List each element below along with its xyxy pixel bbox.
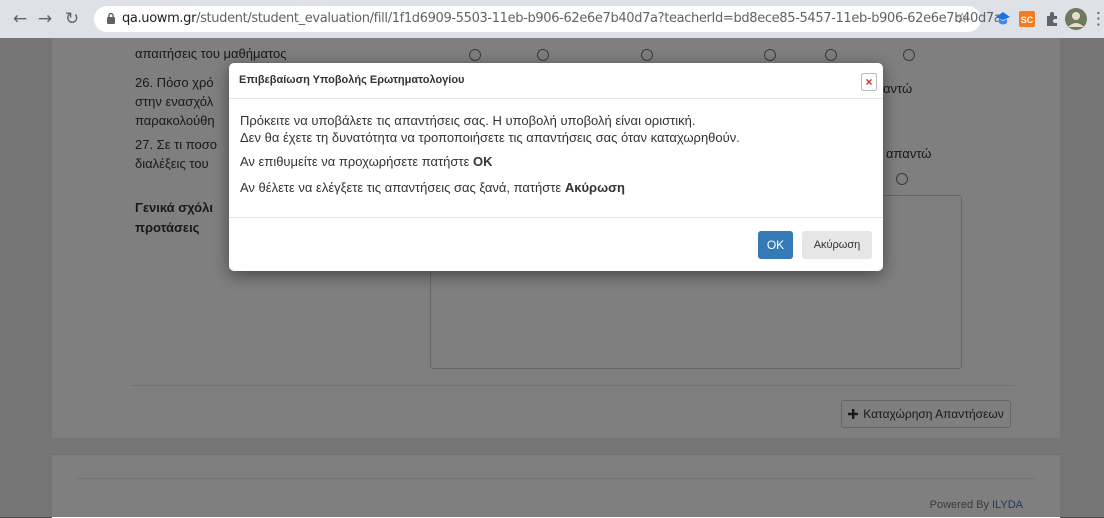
- reload-icon[interactable]: ↻: [62, 9, 82, 29]
- address-bar[interactable]: qa.uowm.gr/student/student_evaluation/fi…: [94, 6, 1002, 32]
- forward-icon[interactable]: →: [35, 9, 55, 29]
- modal-line-3-bold: OK: [473, 154, 493, 169]
- cancel-button[interactable]: Ακύρωση: [802, 231, 872, 259]
- extension-icon[interactable]: SC: [1018, 10, 1036, 28]
- modal-line-3: Αν επιθυμείτε να προχωρήσετε πατήστε OK: [240, 154, 493, 169]
- modal-line-3-text: Αν επιθυμείτε να προχωρήσετε πατήστε: [240, 154, 470, 169]
- svg-text:SC: SC: [1021, 15, 1034, 25]
- modal-footer-divider: [229, 217, 883, 218]
- modal-line-4-text: Αν θέλετε να ελέγξετε τις απαντήσεις σας…: [240, 180, 562, 195]
- puzzle-extensions-icon[interactable]: [1043, 10, 1061, 28]
- browser-toolbar: ← → ↻ qa.uowm.gr/student/student_evaluat…: [0, 0, 1104, 38]
- bookmark-star-icon[interactable]: ☆: [956, 9, 969, 27]
- modal-title: Επιβεβαίωση Υποβολής Ερωτηματολογίου: [239, 74, 465, 86]
- ok-button[interactable]: OK: [758, 231, 793, 259]
- extension-icon[interactable]: [994, 10, 1012, 28]
- profile-avatar[interactable]: [1065, 8, 1087, 30]
- lock-icon: [107, 12, 115, 24]
- modal-line-4: Αν θέλετε να ελέγξετε τις απαντήσεις σας…: [240, 180, 625, 195]
- modal-header-divider: [229, 98, 883, 99]
- modal-line-2: Δεν θα έχετε τη δυνατότητα να τροποποιήσ…: [240, 130, 740, 145]
- back-icon[interactable]: ←: [10, 9, 30, 29]
- modal-line-4-bold: Ακύρωση: [564, 180, 625, 195]
- menu-kebab-icon[interactable]: ⋮: [1090, 9, 1104, 29]
- submit-confirmation-modal: Επιβεβαίωση Υποβολής Ερωτηματολογίου × Π…: [229, 63, 883, 271]
- close-button[interactable]: ×: [861, 73, 877, 91]
- modal-line-1: Πρόκειτε να υποβάλετε τις απαντήσεις σας…: [240, 113, 696, 128]
- url-text: qa.uowm.gr/student/student_evaluation/fi…: [122, 11, 1002, 26]
